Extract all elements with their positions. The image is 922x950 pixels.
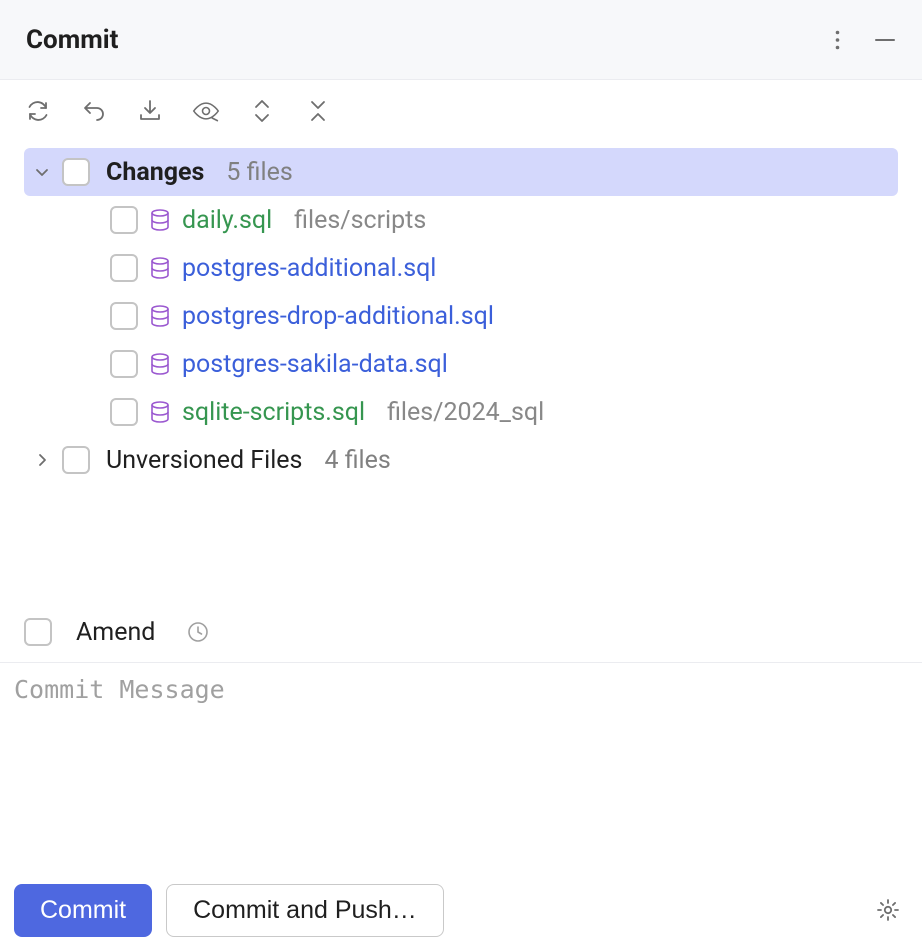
unversioned-group-count: 4 files xyxy=(324,446,390,475)
file-row[interactable]: postgres-sakila-data.sql xyxy=(24,340,898,388)
commit-message-input[interactable] xyxy=(14,675,908,855)
file-row[interactable]: sqlite-scripts.sql files/2024_sql xyxy=(24,388,898,436)
file-row[interactable]: daily.sql files/scripts xyxy=(24,196,898,244)
changes-group-label: Changes xyxy=(106,158,204,187)
commit-toolbar xyxy=(0,80,922,142)
rollback-icon[interactable] xyxy=(80,97,108,125)
refresh-icon[interactable] xyxy=(24,97,52,125)
show-diff-icon[interactable] xyxy=(192,97,220,125)
changes-group-count: 5 files xyxy=(226,158,292,187)
history-icon[interactable] xyxy=(185,619,211,645)
file-name: postgres-additional.sql xyxy=(182,254,436,283)
unversioned-group-row[interactable]: Unversioned Files 4 files xyxy=(24,436,898,484)
amend-checkbox[interactable] xyxy=(24,618,52,646)
shelve-icon[interactable] xyxy=(136,97,164,125)
minimize-icon[interactable] xyxy=(874,29,896,51)
file-checkbox[interactable] xyxy=(110,254,138,282)
amend-label: Amend xyxy=(76,618,155,647)
more-options-icon[interactable] xyxy=(826,29,848,51)
file-path: files/2024_sql xyxy=(387,398,544,427)
database-icon xyxy=(148,352,172,376)
database-icon xyxy=(148,304,172,328)
amend-bar: Amend xyxy=(0,606,922,658)
file-name: sqlite-scripts.sql xyxy=(182,398,365,427)
unversioned-group-checkbox[interactable] xyxy=(62,446,90,474)
chevron-down-icon[interactable] xyxy=(32,162,52,182)
database-icon xyxy=(148,256,172,280)
changes-group-row[interactable]: Changes 5 files xyxy=(24,148,898,196)
file-name: daily.sql xyxy=(182,206,272,235)
file-name: postgres-sakila-data.sql xyxy=(182,350,448,379)
file-checkbox[interactable] xyxy=(110,398,138,426)
changes-tree: Changes 5 files daily.sql files/scripts … xyxy=(0,142,922,484)
file-row[interactable]: postgres-additional.sql xyxy=(24,244,898,292)
file-checkbox[interactable] xyxy=(110,206,138,234)
file-checkbox[interactable] xyxy=(110,350,138,378)
commit-message-area xyxy=(0,662,922,871)
commit-button[interactable]: Commit xyxy=(14,884,152,937)
panel-title: Commit xyxy=(26,25,118,55)
collapse-all-icon[interactable] xyxy=(304,97,332,125)
commit-footer: Commit Commit and Push… xyxy=(0,882,922,938)
file-checkbox[interactable] xyxy=(110,302,138,330)
expand-all-icon[interactable] xyxy=(248,97,276,125)
database-icon xyxy=(148,400,172,424)
file-path: files/scripts xyxy=(294,206,426,235)
commit-and-push-button[interactable]: Commit and Push… xyxy=(166,884,444,937)
changes-group-checkbox[interactable] xyxy=(62,158,90,186)
gear-icon[interactable] xyxy=(874,896,902,924)
chevron-right-icon[interactable] xyxy=(32,450,52,470)
commit-panel-header: Commit xyxy=(0,0,922,80)
unversioned-group-label: Unversioned Files xyxy=(106,446,302,475)
database-icon xyxy=(148,208,172,232)
file-name: postgres-drop-additional.sql xyxy=(182,302,494,331)
file-row[interactable]: postgres-drop-additional.sql xyxy=(24,292,898,340)
